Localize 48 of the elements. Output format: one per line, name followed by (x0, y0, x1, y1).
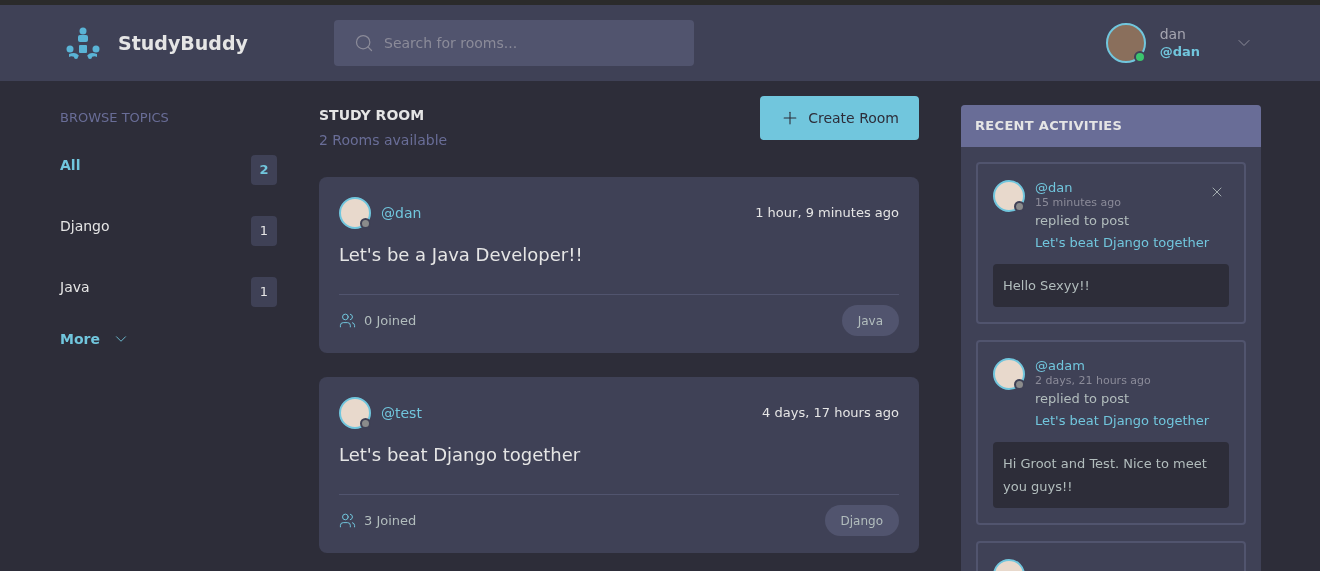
people-icon (339, 512, 356, 529)
more-link[interactable]: More (60, 328, 277, 350)
topic-tag[interactable]: Django (824, 505, 899, 536)
topic-count: 2 (251, 155, 277, 185)
activity-time: 15 minutes ago (1035, 196, 1122, 210)
room-title[interactable]: Let's be a Java Developer!! (339, 241, 899, 268)
avatar-icon (993, 358, 1025, 390)
logo-icon (66, 27, 100, 59)
topic-label: Java (60, 277, 90, 297)
panel-title: RECENT ACTIVITIES (975, 117, 1123, 136)
avatar-icon (339, 197, 371, 229)
room-time: 4 days, 17 hours ago (762, 404, 899, 423)
section-title: STUDY ROOM (319, 106, 426, 125)
user-handle: @dan (1159, 43, 1200, 61)
activity-user[interactable]: @adam (1035, 358, 1210, 374)
people-icon (339, 312, 356, 329)
topic-link[interactable]: All 2 (60, 141, 277, 203)
host-handle[interactable]: @test (381, 402, 422, 424)
topic-count: 1 (251, 277, 277, 307)
joined-count: 3 Joined (364, 511, 417, 530)
message-text: Hi Groot and Test. Nice to meet you guys!! (1003, 456, 1207, 494)
topic-label: Django (60, 216, 110, 236)
activity-action: replied to post (1035, 390, 1131, 408)
message-text: Hello Sexyy!! (1003, 278, 1090, 293)
post-link[interactable]: Let's beat Django together (1035, 232, 1210, 254)
topic-link[interactable]: Java 1 (60, 263, 277, 325)
create-room-button[interactable]: Create Room (760, 96, 919, 140)
section-title: BROWSE TOPICS (60, 109, 170, 127)
room-time: 1 hour, 9 minutes ago (755, 204, 899, 223)
post-link[interactable]: Let's beat Django together (1035, 410, 1210, 432)
avatar-icon (339, 397, 371, 429)
user-name: dan (1159, 25, 1187, 43)
search-icon (354, 33, 374, 53)
topic-link[interactable]: Django 1 (60, 202, 277, 264)
room-title[interactable]: Let's beat Django together (339, 441, 899, 468)
activity-time: 2 days, 21 hours ago (1035, 374, 1152, 388)
brand-name[interactable]: StudyBuddy (118, 28, 248, 58)
avatar-icon (993, 180, 1025, 212)
joined-count: 0 Joined (364, 311, 417, 330)
activity-user[interactable]: @dan (1035, 180, 1210, 196)
search-field[interactable]: Search for rooms... (334, 20, 694, 66)
avatar-icon (1105, 23, 1146, 63)
topic-count: 1 (251, 216, 277, 246)
activity-action: replied to post (1035, 212, 1131, 230)
rooms-count: 2 Rooms available (319, 131, 448, 150)
topic-tag[interactable]: Java (841, 305, 899, 336)
host-handle[interactable]: @dan (381, 202, 422, 224)
topic-label: All (60, 155, 81, 175)
